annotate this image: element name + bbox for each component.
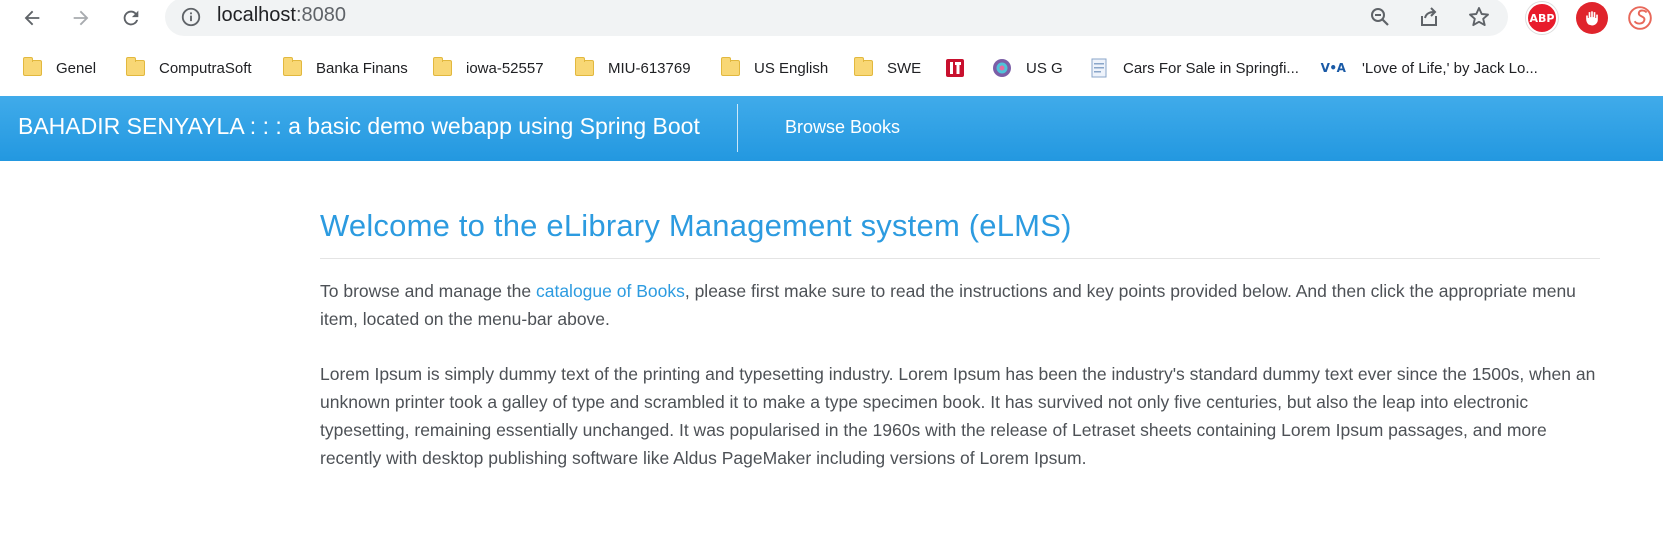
swirl-icon: [1628, 6, 1652, 30]
main-content: Welcome to the eLibrary Management syste…: [320, 208, 1600, 472]
red-site-icon: [945, 58, 965, 78]
bookmark-label: SWE: [887, 59, 922, 77]
voa-icon: V•A: [1320, 61, 1346, 75]
bookmark-label: US G: [1026, 59, 1063, 77]
folder-icon: [574, 57, 594, 78]
flower-icon: [992, 58, 1012, 78]
reload-icon: [123, 10, 139, 26]
browser-toolbar: localhost:8080 ABP: [0, 0, 1663, 36]
bookmark-us-g[interactable]: US G: [992, 52, 1063, 84]
forward-button[interactable]: [65, 2, 97, 34]
document-icon: [1089, 58, 1109, 78]
bookmark-banka-finans[interactable]: Banka Finans: [282, 52, 408, 84]
url-text[interactable]: localhost:8080: [217, 4, 346, 27]
abp-label: ABP: [1529, 11, 1555, 25]
navbar-divider: [737, 104, 738, 152]
share-icon[interactable]: [1417, 5, 1441, 29]
back-button[interactable]: [16, 2, 48, 34]
title-divider: [320, 258, 1600, 259]
folder-icon: [125, 57, 145, 78]
url-host: localhost: [217, 4, 296, 26]
bookmark-label: Cars For Sale in Springfi...: [1123, 59, 1299, 77]
adblock-plus-extension[interactable]: ABP: [1526, 2, 1558, 34]
bookmark-us-english[interactable]: US English: [720, 52, 828, 84]
url-port: :8080: [295, 4, 346, 26]
extension-icon[interactable]: [1624, 2, 1656, 34]
folder-icon: [720, 57, 740, 78]
info-icon[interactable]: [180, 6, 202, 28]
folder-icon: [853, 57, 873, 78]
bookmark-computrasoft[interactable]: ComputraSoft: [125, 52, 252, 84]
intro-paragraph: To browse and manage the catalogue of Bo…: [320, 277, 1600, 333]
folder-icon: [22, 57, 42, 78]
bookmarks-bar: Genel ComputraSoft Banka Finans iowa-525…: [0, 52, 1663, 84]
lorem-paragraph: Lorem Ipsum is simply dummy text of the …: [320, 364, 1596, 468]
bookmark-label: Banka Finans: [316, 59, 408, 77]
adblock-extension[interactable]: [1576, 2, 1608, 34]
bookmark-iowa[interactable]: iowa-52557: [432, 52, 544, 84]
app-navbar: BAHADIR SENYAYLA : : : a basic demo weba…: [0, 96, 1663, 161]
star-icon[interactable]: [1467, 5, 1491, 29]
bookmark-label: 'Love of Life,' by Jack Lo...: [1362, 59, 1538, 77]
zoom-icon[interactable]: [1368, 5, 1392, 29]
bookmark-label: US English: [754, 59, 829, 77]
bookmark-cars-for-sale[interactable]: Cars For Sale in Springfi...: [1089, 52, 1299, 84]
hand-icon: [1586, 11, 1598, 26]
bookmark-label: MIU-613769: [608, 59, 691, 77]
page-title: Welcome to the eLibrary Management syste…: [320, 208, 1072, 243]
arrow-right-icon: [73, 10, 89, 26]
bookmark-miu[interactable]: MIU-613769: [574, 52, 691, 84]
bookmark-label: iowa-52557: [466, 59, 544, 77]
app-brand[interactable]: BAHADIR SENYAYLA : : : a basic demo weba…: [18, 113, 700, 140]
arrow-left-icon: [24, 10, 40, 26]
folder-icon: [432, 57, 452, 78]
reload-button[interactable]: [115, 2, 147, 34]
address-bar[interactable]: localhost:8080: [165, 0, 1508, 36]
nav-browse-books[interactable]: Browse Books: [785, 117, 900, 138]
intro-text-before: To browse and manage the: [320, 281, 536, 301]
bookmark-swe[interactable]: SWE: [853, 52, 921, 84]
bookmark-label: Genel: [56, 59, 97, 77]
folder-icon: [282, 57, 302, 78]
bookmark-love-of-life[interactable]: V•A 'Love of Life,' by Jack Lo...: [1320, 52, 1538, 84]
bookmark-genel[interactable]: Genel: [22, 52, 96, 84]
bookmark-label: ComputraSoft: [159, 59, 252, 77]
catalogue-link[interactable]: catalogue of Books: [536, 281, 685, 301]
bookmark-red-site[interactable]: [945, 52, 979, 84]
